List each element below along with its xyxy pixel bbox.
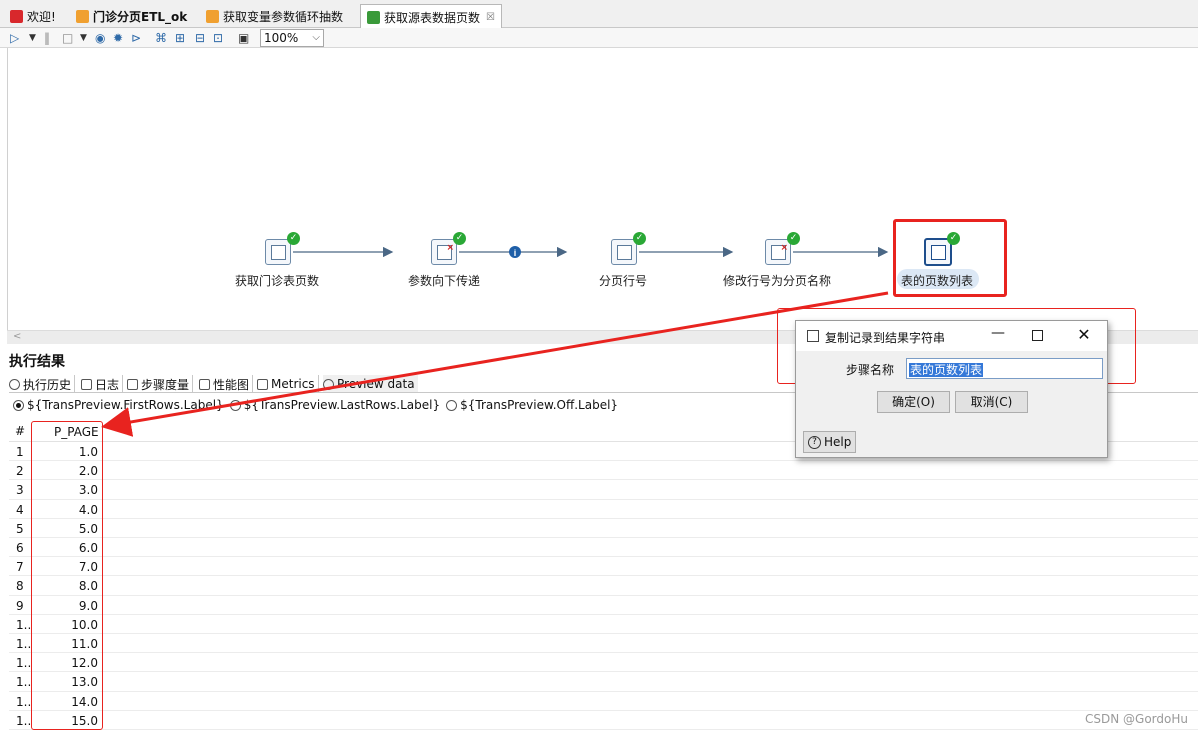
help-button[interactable]: ? Help [803, 431, 857, 453]
minimize-icon[interactable]: — [988, 325, 1008, 341]
window-icon [807, 330, 819, 342]
dialog-titlebar[interactable]: 复制记录到结果字符串 — ✕ [796, 321, 1107, 351]
copy-rows-to-result-dialog: 复制记录到结果字符串 — ✕ 步骤名称 表的页数列表 确定(O) 取消(C) ?… [795, 320, 1108, 458]
annotation-arrow [101, 291, 889, 437]
dialog-title: 复制记录到结果字符串 [825, 331, 946, 345]
info-icon-glyph: i [514, 248, 517, 258]
close-icon[interactable]: ✕ [1075, 325, 1093, 344]
watermark: CSDN @GordoHu [1085, 712, 1188, 726]
step-name-value: 表的页数列表 [909, 363, 984, 377]
step-name-input[interactable]: 表的页数列表 [906, 358, 1103, 379]
help-icon: ? [808, 435, 821, 449]
step-name-label: 步骤名称 [846, 363, 895, 377]
maximize-icon[interactable] [1032, 330, 1043, 341]
ok-button[interactable]: 确定(O) [877, 391, 950, 413]
help-label: Help [824, 435, 852, 449]
cancel-button[interactable]: 取消(C) [955, 391, 1028, 413]
